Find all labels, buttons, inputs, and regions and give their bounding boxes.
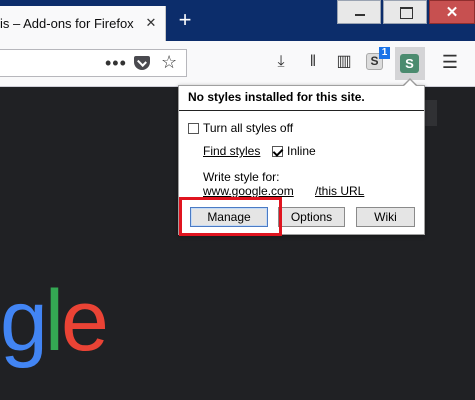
sidebar-icon[interactable]: ▥: [334, 51, 354, 73]
active-tab[interactable]: is – Add-ons for Firefox ✕: [0, 6, 166, 41]
minimize-icon: [355, 14, 365, 16]
library-icon[interactable]: 𝍪: [303, 51, 323, 73]
find-styles-link[interactable]: Find styles: [203, 144, 260, 158]
minimize-button[interactable]: [337, 0, 381, 24]
close-window-button[interactable]: ✕: [429, 0, 475, 24]
stylish-button[interactable]: S: [395, 47, 425, 80]
checkmark-icon: [272, 146, 284, 157]
stylish-icon: S: [400, 54, 419, 73]
close-icon: ✕: [445, 4, 459, 21]
maximize-icon: [400, 7, 413, 19]
window-controls: ✕: [337, 0, 475, 24]
page-actions-icon[interactable]: •••: [105, 53, 127, 74]
write-style-label: Write style for:: [203, 170, 280, 184]
pocket-icon[interactable]: [134, 56, 150, 70]
turn-off-checkbox[interactable]: [188, 123, 199, 134]
manage-highlight-box: [179, 197, 282, 236]
tab-close-icon[interactable]: ✕: [144, 16, 158, 30]
maximize-button[interactable]: [383, 0, 427, 24]
google-logo: gle: [0, 273, 109, 369]
url-bar[interactable]: ••• ☆: [0, 49, 187, 77]
domain-link[interactable]: www.google.com: [203, 184, 294, 198]
popup-header: No styles installed for this site.: [188, 90, 365, 104]
this-url-link[interactable]: /this URL: [315, 184, 364, 198]
page-element: [425, 100, 437, 126]
divider: [179, 110, 424, 111]
tab-title: is – Add-ons for Firefox: [0, 16, 134, 31]
notification-badge: 1: [379, 47, 390, 59]
inline-label: Inline: [287, 144, 316, 158]
new-tab-button[interactable]: +: [176, 9, 194, 31]
inline-checkbox[interactable]: [272, 146, 284, 157]
logo-letter-e: e: [60, 273, 109, 369]
options-button[interactable]: Options: [278, 207, 345, 227]
turn-off-label: Turn all styles off: [203, 121, 294, 135]
bookmark-star-icon[interactable]: ☆: [161, 52, 177, 73]
download-icon[interactable]: ⤓: [271, 51, 291, 73]
logo-letter-g: g: [0, 273, 48, 369]
hamburger-menu-icon[interactable]: ☰: [440, 51, 460, 73]
wiki-button[interactable]: Wiki: [356, 207, 415, 227]
browser-titlebar: is – Add-ons for Firefox ✕ + ✕: [0, 0, 475, 41]
popup-arrow-fill: [403, 80, 417, 87]
logo-letter-l: l: [44, 273, 64, 369]
